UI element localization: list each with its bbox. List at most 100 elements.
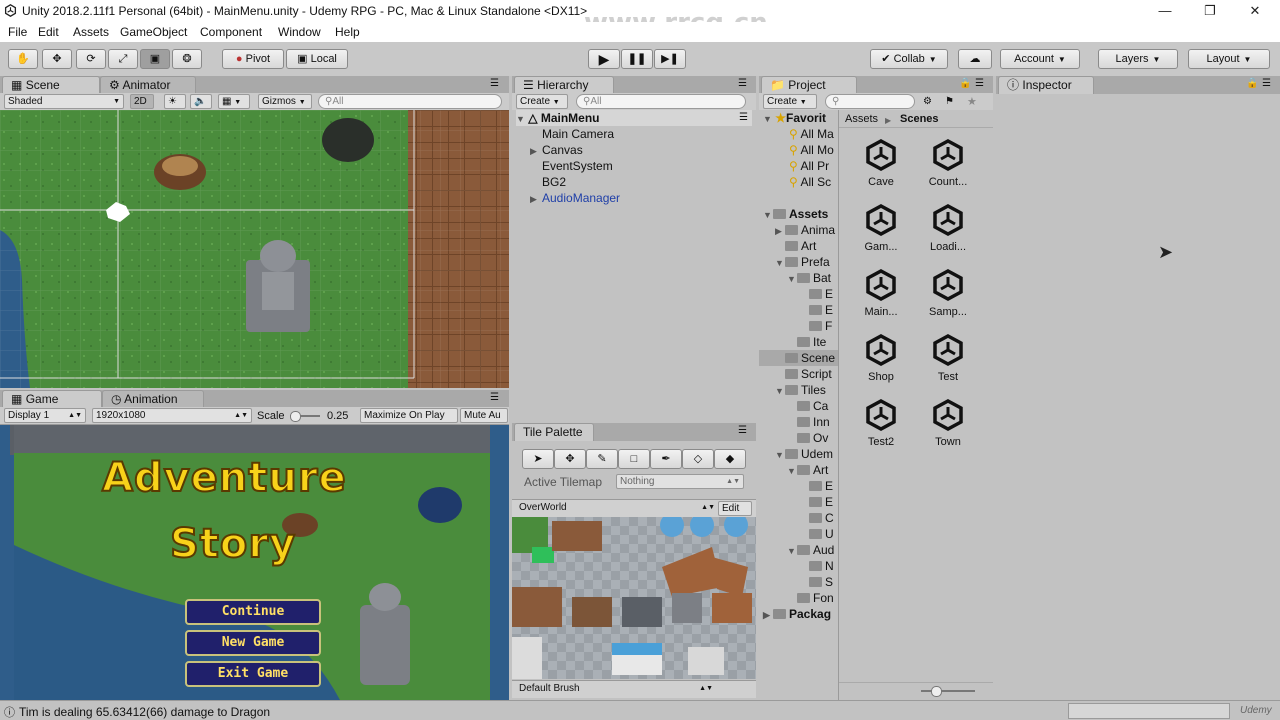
project-create-dropdown[interactable]: Create ▼ bbox=[763, 94, 817, 109]
hierarchy-scene-row[interactable]: ▼ △ MainMenu ☰ bbox=[516, 110, 752, 126]
step-button[interactable]: ▶❚ bbox=[654, 49, 686, 69]
paint-tool-button[interactable]: ✎ bbox=[586, 449, 618, 469]
hierarchy-item[interactable]: ▶ AudioManager bbox=[530, 190, 620, 206]
favorite-item[interactable]: ⚲ All Mo bbox=[789, 142, 834, 158]
tab-inspector[interactable]: ⓘ Inspector bbox=[998, 76, 1094, 94]
hierarchy-search-input[interactable]: ⚲All bbox=[576, 94, 746, 109]
new-game-button[interactable]: New Game bbox=[185, 630, 321, 656]
transform-tool-button[interactable]: ❂ bbox=[172, 49, 202, 69]
brush-dropdown[interactable]: Default Brush ▲▼ bbox=[516, 682, 716, 697]
menu-gameobject[interactable]: GameObject bbox=[120, 25, 187, 39]
resolution-dropdown[interactable]: 1920x1080 ▲▼ bbox=[92, 408, 252, 423]
scene-asset[interactable]: Test2 bbox=[853, 398, 909, 448]
lighting-toggle[interactable]: ☀ bbox=[164, 94, 186, 109]
tab-animator[interactable]: ⚙ Animator bbox=[100, 76, 196, 94]
expand-arrow-icon[interactable]: ▶ bbox=[530, 191, 542, 207]
picker-tool-button[interactable]: ✒ bbox=[650, 449, 682, 469]
expand-arrow-icon[interactable]: ▼ bbox=[787, 463, 797, 479]
project-folder-item[interactable]: E bbox=[759, 478, 839, 494]
project-folder-item[interactable]: Scene bbox=[759, 350, 839, 366]
rotate-tool-button[interactable]: ⟳ bbox=[76, 49, 106, 69]
scene-asset[interactable]: Main... bbox=[853, 268, 909, 318]
hierarchy-create-dropdown[interactable]: Create ▼ bbox=[516, 94, 568, 109]
filter-type-icon[interactable]: ⚙ bbox=[923, 95, 932, 109]
panel-menu-icon[interactable]: ☰ bbox=[975, 78, 984, 89]
filter-label-icon[interactable]: ⚑ bbox=[945, 95, 954, 109]
project-folder-item[interactable]: ▼ Aud bbox=[759, 542, 839, 558]
palette-edit-button[interactable]: Edit bbox=[718, 501, 752, 516]
project-folder-item[interactable]: ▼ Bat bbox=[759, 270, 839, 286]
tab-animation[interactable]: ◷ Animation bbox=[102, 390, 204, 408]
project-folder-item[interactable]: ▼ Prefa bbox=[759, 254, 839, 270]
project-search-input[interactable]: ⚲ bbox=[825, 94, 915, 109]
project-folder-item[interactable]: E bbox=[759, 302, 839, 318]
icon-size-slider-thumb[interactable] bbox=[931, 686, 942, 697]
expand-arrow-icon[interactable]: ▼ bbox=[516, 114, 525, 124]
panel-menu-icon[interactable]: ☰ bbox=[1262, 78, 1271, 89]
audio-toggle[interactable]: 🔈 bbox=[190, 94, 212, 109]
project-folder-item[interactable]: E bbox=[759, 286, 839, 302]
panel-menu-icon[interactable]: ☰ bbox=[490, 78, 499, 89]
scale-slider[interactable] bbox=[290, 411, 320, 422]
game-view[interactable]: Adventure Story Continue New Game Exit G… bbox=[0, 425, 509, 700]
scale-slider-thumb[interactable] bbox=[290, 411, 301, 422]
project-folder-item[interactable]: S bbox=[759, 574, 839, 590]
scale-tool-button[interactable]: ⤢ bbox=[108, 49, 138, 69]
expand-arrow-icon[interactable]: ▼ bbox=[763, 207, 773, 223]
move-tool-button[interactable]: ✥ bbox=[42, 49, 72, 69]
scene-asset[interactable]: Count... bbox=[920, 138, 976, 188]
scene-asset[interactable]: Test bbox=[920, 333, 976, 383]
2d-toggle[interactable]: 2D bbox=[130, 94, 154, 109]
display-dropdown[interactable]: Display 1 ▲▼ bbox=[4, 408, 86, 423]
local-toggle[interactable]: ▣ Local bbox=[286, 49, 348, 69]
play-button[interactable]: ▶ bbox=[588, 49, 620, 69]
tile-grid[interactable] bbox=[512, 517, 756, 679]
icon-size-slider[interactable] bbox=[921, 686, 975, 697]
project-folder-item[interactable]: Ite bbox=[759, 334, 839, 350]
status-message[interactable]: Tim is dealing 65.63412(66) damage to Dr… bbox=[19, 705, 270, 719]
expand-arrow-icon[interactable]: ▶ bbox=[775, 223, 785, 239]
minimize-button[interactable]: — bbox=[1150, 2, 1180, 20]
project-folder-item[interactable]: ▼ Tiles bbox=[759, 382, 839, 398]
scene-view[interactable] bbox=[0, 110, 509, 388]
lock-icon[interactable]: 🔒 bbox=[959, 78, 971, 89]
favorites-header[interactable]: ▼ ★Favorit bbox=[763, 110, 826, 126]
shading-dropdown[interactable]: Shaded ▼ bbox=[4, 94, 124, 109]
project-folder-item[interactable]: Script bbox=[759, 366, 839, 382]
collab-dropdown[interactable]: ✔ Collab ▼ bbox=[870, 49, 948, 69]
scene-asset[interactable]: Town bbox=[920, 398, 976, 448]
effects-dropdown[interactable]: ▦ ▼ bbox=[218, 94, 250, 109]
expand-arrow-icon[interactable]: ▼ bbox=[775, 447, 785, 463]
gizmos-dropdown[interactable]: Gizmos ▼ bbox=[258, 94, 312, 109]
project-folder-item[interactable]: Ov bbox=[759, 430, 839, 446]
scene-asset[interactable]: Samp... bbox=[920, 268, 976, 318]
project-folder-item[interactable]: N bbox=[759, 558, 839, 574]
project-folder-item[interactable]: F bbox=[759, 318, 839, 334]
expand-arrow-icon[interactable]: ▼ bbox=[775, 383, 785, 399]
expand-arrow-icon[interactable]: ▶ bbox=[763, 607, 773, 623]
palette-dropdown[interactable]: OverWorld ▲▼ bbox=[516, 501, 718, 516]
pause-button[interactable]: ❚❚ bbox=[621, 49, 653, 69]
menu-window[interactable]: Window bbox=[278, 25, 321, 39]
breadcrumb-assets[interactable]: Assets bbox=[845, 112, 878, 126]
project-folder-item[interactable]: Art bbox=[759, 238, 839, 254]
fill-tool-button[interactable]: ◆ bbox=[714, 449, 746, 469]
exit-game-button[interactable]: Exit Game bbox=[185, 661, 321, 687]
expand-arrow-icon[interactable]: ▼ bbox=[787, 543, 797, 559]
favorite-star-icon[interactable]: ★ bbox=[967, 95, 977, 109]
continue-button[interactable]: Continue bbox=[185, 599, 321, 625]
scene-asset[interactable]: Shop bbox=[853, 333, 909, 383]
scene-asset[interactable]: Loadi... bbox=[920, 203, 976, 253]
lock-icon[interactable]: 🔒 bbox=[1246, 78, 1258, 89]
cloud-button[interactable]: ☁ bbox=[958, 49, 992, 69]
hierarchy-item[interactable]: EventSystem bbox=[530, 158, 613, 174]
project-folder-item[interactable]: ▶ Anima bbox=[759, 222, 839, 238]
scene-search-input[interactable]: ⚲All bbox=[318, 94, 502, 109]
expand-arrow-icon[interactable]: ▼ bbox=[775, 255, 785, 271]
row-menu-icon[interactable]: ☰ bbox=[739, 110, 748, 126]
expand-arrow-icon[interactable]: ▼ bbox=[787, 271, 797, 287]
rect-tool-button[interactable]: ▣ bbox=[140, 49, 170, 69]
tab-tile-palette[interactable]: Tile Palette bbox=[514, 423, 594, 441]
menu-help[interactable]: Help bbox=[335, 25, 360, 39]
project-folder-item[interactable]: Inn bbox=[759, 414, 839, 430]
